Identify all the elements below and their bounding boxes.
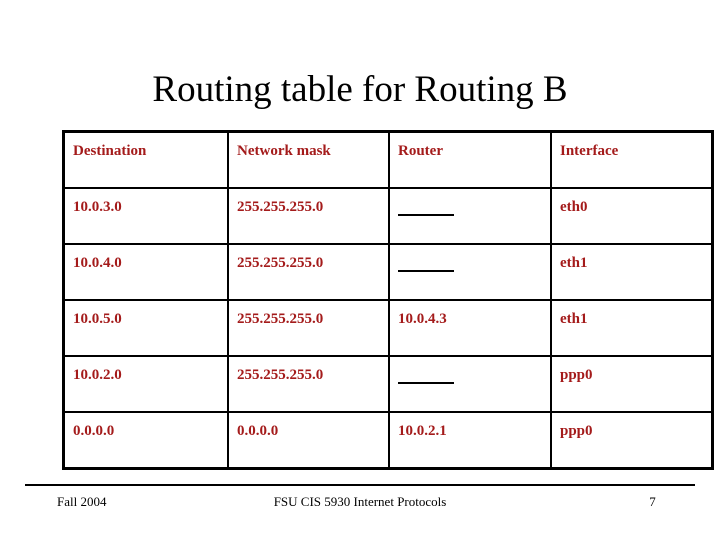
cell-interface: eth0: [550, 187, 714, 245]
column-header-interface: Interface: [550, 130, 714, 189]
cell-destination: 10.0.4.0: [62, 243, 229, 301]
table-row: 10.0.5.0 255.255.255.0 10.0.4.3 eth1: [62, 299, 714, 357]
cell-interface: eth1: [550, 299, 714, 357]
cell-interface: eth1: [550, 243, 714, 301]
routing-table-container: Destination Network mask Router Interfac…: [62, 130, 714, 470]
cell-network-mask: 255.255.255.0: [227, 355, 390, 413]
cell-interface: ppp0: [550, 355, 714, 413]
table-row: 10.0.4.0 255.255.255.0 eth1: [62, 243, 714, 301]
table-body: 10.0.3.0 255.255.255.0 eth0 10.0.4.0 255…: [62, 187, 714, 470]
cell-network-mask: 255.255.255.0: [227, 187, 390, 245]
routing-table: Destination Network mask Router Interfac…: [62, 130, 714, 470]
cell-network-mask: 0.0.0.0: [227, 411, 390, 470]
column-header-router: Router: [388, 130, 552, 189]
column-header-destination: Destination: [62, 130, 229, 189]
page-title: Routing table for Routing B: [152, 69, 568, 110]
cell-router: [388, 243, 552, 301]
footer-divider: [25, 484, 695, 486]
cell-destination: 10.0.5.0: [62, 299, 229, 357]
blank-placeholder-rule: [398, 381, 454, 384]
blank-placeholder-rule: [398, 269, 454, 272]
cell-router: [388, 355, 552, 413]
cell-destination: 10.0.3.0: [62, 187, 229, 245]
cell-network-mask: 255.255.255.0: [227, 243, 390, 301]
cell-interface: ppp0: [550, 411, 714, 470]
cell-router: [388, 187, 552, 245]
cell-network-mask: 255.255.255.0: [227, 299, 390, 357]
cell-router: 10.0.4.3: [388, 299, 552, 357]
table-row: 0.0.0.0 0.0.0.0 10.0.2.1 ppp0: [62, 411, 714, 470]
cell-destination: 0.0.0.0: [62, 411, 229, 470]
blank-placeholder-rule: [398, 213, 454, 216]
table-row: 10.0.3.0 255.255.255.0 eth0: [62, 187, 714, 245]
cell-router: 10.0.2.1: [388, 411, 552, 470]
table-header-row: Destination Network mask Router Interfac…: [62, 130, 714, 189]
column-header-network-mask: Network mask: [227, 130, 390, 189]
cell-destination: 10.0.2.0: [62, 355, 229, 413]
table-row: 10.0.2.0 255.255.255.0 ppp0: [62, 355, 714, 413]
footer-page-number: 7: [649, 494, 656, 509]
